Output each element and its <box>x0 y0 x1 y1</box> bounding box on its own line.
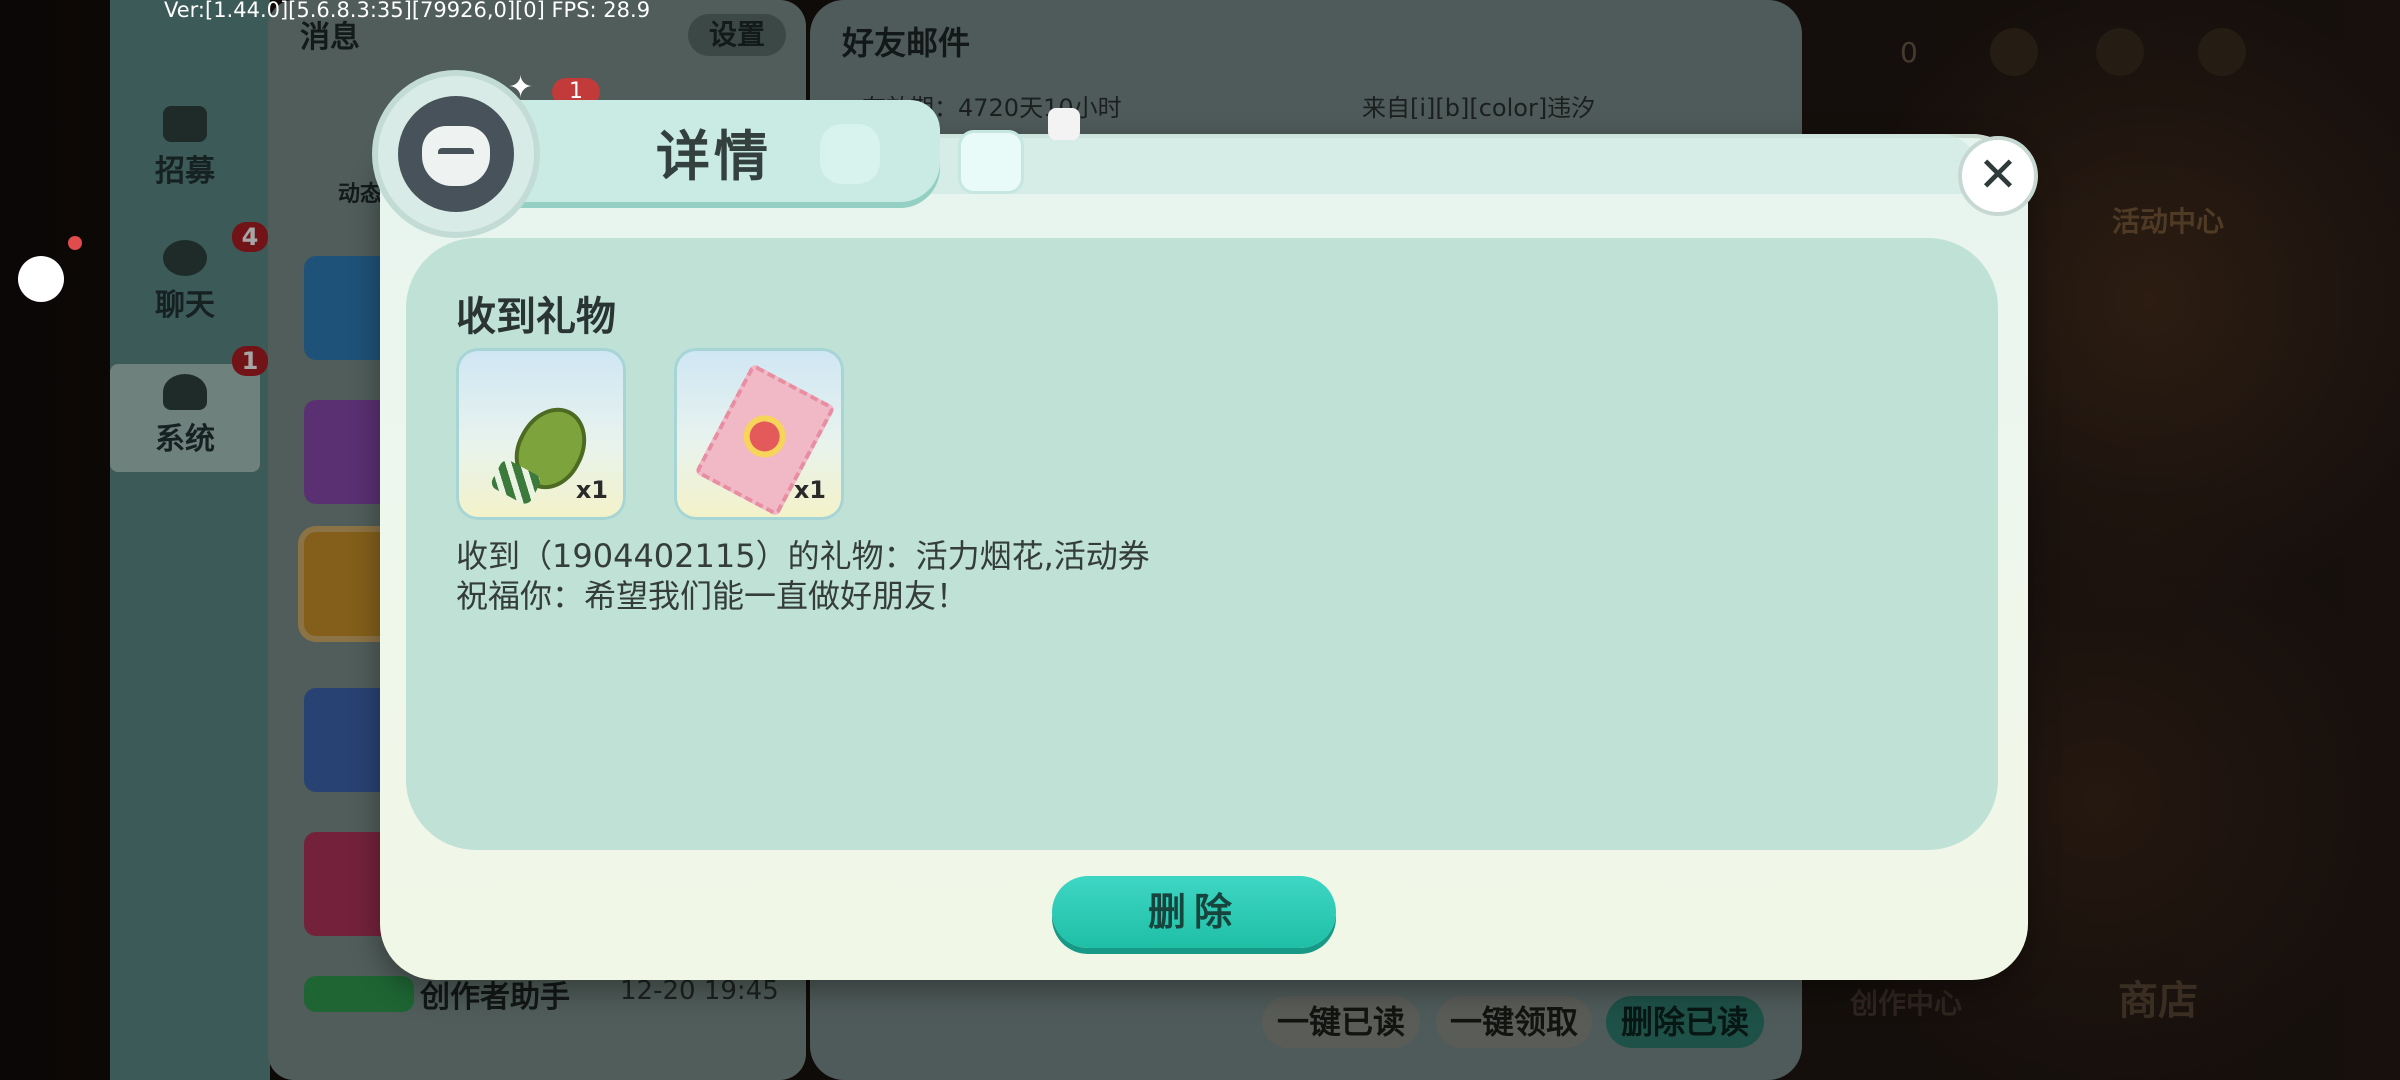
decor-blob <box>1048 108 1080 140</box>
delete-button[interactable]: 删除 <box>1052 876 1336 948</box>
decor-blob <box>820 124 880 184</box>
notification-dot <box>68 236 82 250</box>
gift-message: 收到（1904402115）的礼物：活力烟花,活动券 祝福你：希望我们能一直做好… <box>456 536 1150 616</box>
section-title: 收到礼物 <box>456 294 616 340</box>
gift-blessing-line: 祝福你：希望我们能一直做好朋友！ <box>456 577 969 615</box>
ticket-flower <box>744 416 785 457</box>
dialog-title: 详情 <box>656 125 772 188</box>
gift-item-ticket[interactable]: x1 <box>674 348 844 520</box>
gift-quantity: x1 <box>575 476 608 504</box>
debug-fps-text: Ver:[1.44.0][5.6.8.3:35][79926,0][0] FPS… <box>164 0 651 22</box>
close-icon: ✕ <box>1977 147 2019 203</box>
sparkle-icon: ✦ <box>508 70 534 105</box>
floating-assist-dot[interactable] <box>18 256 64 302</box>
avatar-eyes <box>438 148 474 162</box>
avatar-face <box>422 126 490 186</box>
close-button[interactable]: ✕ <box>1958 136 2038 216</box>
avatar-icon <box>398 96 514 212</box>
gift-item-firework[interactable]: x1 <box>456 348 626 520</box>
gift-received-line: 收到（1904402115）的礼物：活力烟花,活动券 <box>456 537 1150 575</box>
decor-blob <box>958 130 1024 194</box>
gift-quantity: x1 <box>793 476 826 504</box>
